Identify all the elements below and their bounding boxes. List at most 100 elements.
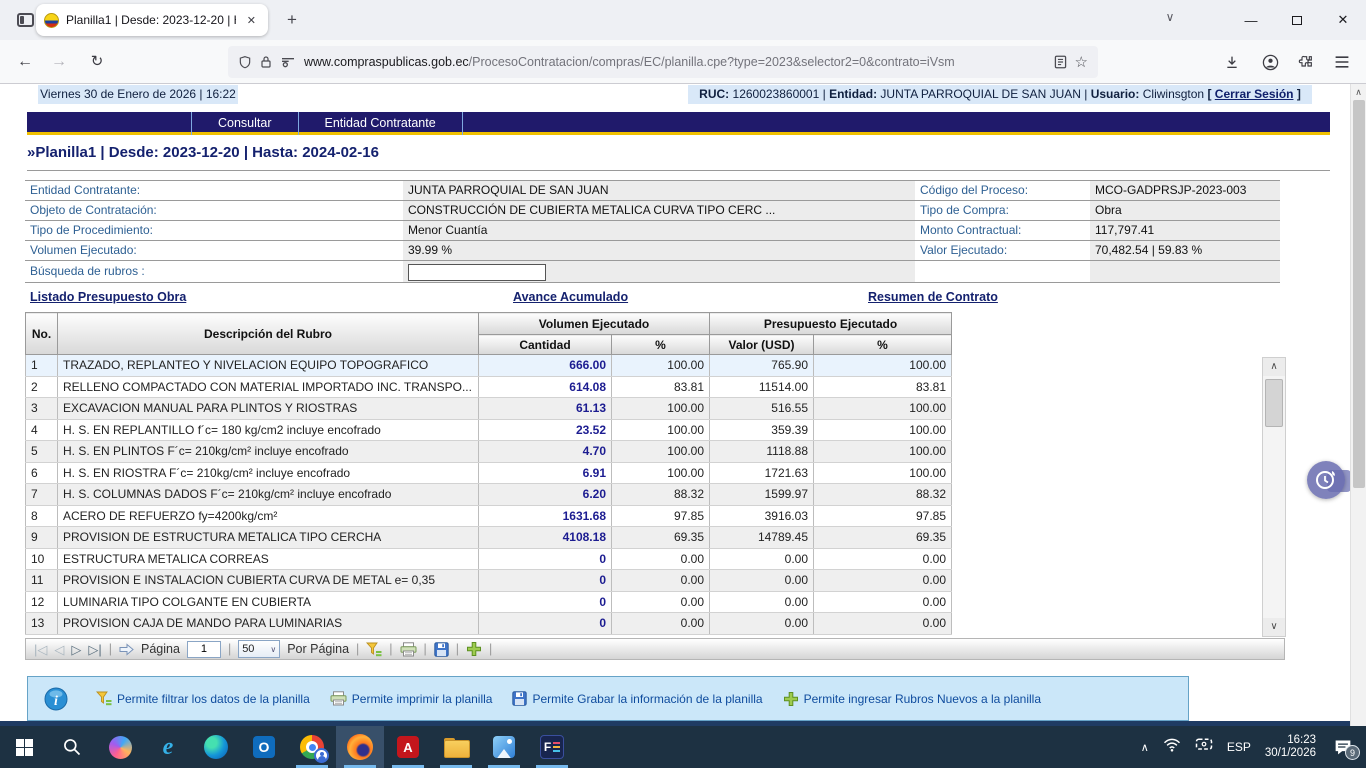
taskbar-edge-icon[interactable] — [192, 726, 240, 768]
language-indicator[interactable]: ESP — [1227, 740, 1251, 754]
back-button[interactable]: ← — [12, 51, 38, 73]
table-scroll-down-icon[interactable]: ∨ — [1263, 618, 1285, 636]
taskbar-acrobat-icon[interactable]: A — [384, 726, 432, 768]
tray-clock[interactable]: 16:23 30/1/2026 — [1265, 734, 1316, 760]
cell-vp: 100.00 — [612, 462, 710, 484]
page-number-input[interactable] — [187, 641, 221, 658]
page-label: Página — [141, 642, 180, 656]
filter-icon[interactable] — [366, 642, 382, 657]
next-page-icon[interactable]: ▷ — [71, 643, 81, 656]
taskbar-photos-icon[interactable] — [480, 726, 528, 768]
table-row[interactable]: 4H. S. EN REPLANTILLO f´c= 180 kg/cm2 in… — [26, 419, 952, 441]
cell-pp: 100.00 — [814, 441, 952, 463]
search-rubros-label: Búsqueda de rubros : — [25, 261, 403, 283]
table-row[interactable]: 3EXCAVACION MANUAL PARA PLINTOS Y RIOSTR… — [26, 398, 952, 420]
table-scroll-thumb[interactable] — [1265, 379, 1283, 427]
cell-cant: 1631.68 — [479, 505, 612, 527]
link-listado-presupuesto-obra[interactable]: Listado Presupuesto Obra — [30, 290, 186, 304]
save-icon[interactable] — [434, 642, 449, 657]
permissions-icon[interactable] — [280, 56, 296, 68]
per-page-select[interactable]: 50 ∨ — [238, 640, 280, 658]
notifications-icon[interactable]: 9 — [1330, 734, 1356, 760]
bookmark-star-icon[interactable]: ☆ — [1075, 53, 1088, 71]
page-scrollbar[interactable]: ∧ — [1350, 84, 1366, 726]
taskbar-firefox-icon[interactable] — [336, 726, 384, 768]
menu-item-entidad-contratante[interactable]: Entidad Contratante — [298, 112, 463, 135]
reader-mode-icon[interactable] — [1054, 55, 1067, 69]
taskbar-internet-explorer-icon[interactable]: e — [144, 726, 192, 768]
prev-page-icon[interactable]: ◁ — [54, 643, 64, 656]
legend-text: Permite ingresar Rubros Nuevos a la plan… — [804, 692, 1041, 706]
taskbar-file-explorer-icon[interactable] — [432, 726, 480, 768]
page-scroll-thumb[interactable] — [1353, 100, 1365, 488]
cell-desc: PROVISION DE ESTRUCTURA METALICA TIPO CE… — [58, 527, 479, 549]
table-row[interactable]: 1TRAZADO, REPLANTEO Y NIVELACION EQUIPO … — [26, 355, 952, 377]
menu-item-consultar[interactable]: Consultar — [191, 112, 298, 135]
table-scroll-up-icon[interactable]: ∧ — [1263, 358, 1285, 376]
add-rubro-icon[interactable] — [466, 641, 482, 657]
cell-desc: H. S. EN PLINTOS F´c= 210kg/cm² incluye … — [58, 441, 479, 463]
browser-tab[interactable]: Planilla1 | Desde: 2023-12-20 | H ✕ — [36, 4, 268, 36]
window-restore-button[interactable] — [1274, 0, 1320, 40]
forward-button[interactable]: → — [46, 51, 72, 73]
info-icon: i — [44, 687, 68, 711]
detail-label: Entidad Contratante: — [25, 181, 403, 201]
taskbar-outlook-icon[interactable]: O — [240, 726, 288, 768]
reload-button[interactable]: ↻ — [84, 51, 110, 73]
lock-icon — [260, 55, 272, 69]
cell-vp: 100.00 — [612, 355, 710, 377]
print-icon[interactable] — [400, 642, 417, 657]
taskbar-f-app-icon[interactable]: F — [528, 726, 576, 768]
window-minimize-button[interactable]: — — [1228, 0, 1274, 40]
cell-vp: 69.35 — [612, 527, 710, 549]
logout-link[interactable]: Cerrar Sesión — [1215, 87, 1294, 101]
tab-title: Planilla1 | Desde: 2023-12-20 | H — [66, 13, 236, 27]
table-row[interactable]: 5H. S. EN PLINTOS F´c= 210kg/cm² incluye… — [26, 441, 952, 463]
wifi-icon[interactable] — [1163, 738, 1181, 757]
downloads-icon[interactable] — [1218, 50, 1246, 74]
table-row[interactable]: 2RELLENO COMPACTADO CON MATERIAL IMPORTA… — [26, 376, 952, 398]
page-content: Viernes 30 de Enero de 2026 | 16:22 RUC:… — [0, 84, 1366, 726]
cell-pp: 100.00 — [814, 398, 952, 420]
taskbar-search-icon[interactable] — [48, 726, 96, 768]
cast-display-icon[interactable] — [1195, 737, 1213, 757]
link-avance-acumulado[interactable]: Avance Acumulado — [513, 290, 628, 304]
cell-va: 11514.00 — [710, 376, 814, 398]
table-row[interactable]: 11PROVISION E INSTALACION CUBIERTA CURVA… — [26, 570, 952, 592]
taskbar-start-icon[interactable] — [0, 726, 48, 768]
table-row[interactable]: 7H. S. COLUMNAS DADOS F´c= 210kg/cm² inc… — [26, 484, 952, 506]
url-bar[interactable]: www.compraspublicas.gob.ec/ProcesoContra… — [228, 46, 1098, 78]
goto-page-icon[interactable] — [119, 643, 134, 656]
window-close-button[interactable]: ✕ — [1320, 0, 1366, 40]
rubro-search-input[interactable] — [408, 264, 546, 281]
account-icon[interactable] — [1256, 50, 1284, 74]
table-row[interactable]: 10ESTRUCTURA METALICA CORREAS00.000.000.… — [26, 548, 952, 570]
col-group-presupuesto-ejecutado: Presupuesto Ejecutado — [710, 313, 952, 335]
last-page-icon[interactable]: ▷| — [88, 643, 101, 656]
table-row[interactable]: 12LUMINARIA TIPO COLGANTE EN CUBIERTA00.… — [26, 591, 952, 613]
time-tracker-widget[interactable] — [1307, 461, 1347, 501]
detail-label: Tipo de Compra: — [915, 201, 1090, 221]
taskbar-chrome-icon[interactable] — [288, 726, 336, 768]
tab-list-chevron-icon[interactable]: ∨ — [1158, 10, 1182, 24]
legend-item: Permite Grabar la información de la plan… — [512, 691, 762, 706]
table-row[interactable]: 8ACERO DE REFUERZO fy=4200kg/cm²1631.689… — [26, 505, 952, 527]
detail-value: MCO-GADPRSJP-2023-003 — [1090, 181, 1280, 201]
firefox-view-icon[interactable] — [12, 9, 38, 31]
taskbar-copilot-icon[interactable] — [96, 726, 144, 768]
col-header-pres-pct: % — [814, 335, 952, 355]
tab-close-icon[interactable]: ✕ — [243, 12, 260, 29]
table-row[interactable]: 6H. S. EN RIOSTRA F´c= 210kg/cm² incluye… — [26, 462, 952, 484]
table-scrollbar[interactable]: ∧ ∨ — [1262, 357, 1286, 637]
link-resumen-de-contrato[interactable]: Resumen de Contrato — [868, 290, 998, 304]
filter-icon — [96, 691, 112, 706]
new-tab-button[interactable]: + — [280, 8, 304, 32]
page-scroll-up-icon[interactable]: ∧ — [1351, 84, 1366, 98]
extensions-puzzle-icon[interactable] — [1292, 50, 1320, 74]
tray-expand-chevron-icon[interactable]: ∧ — [1141, 741, 1149, 754]
cell-vp: 88.32 — [612, 484, 710, 506]
first-page-icon[interactable]: |◁ — [34, 643, 47, 656]
hamburger-menu-icon[interactable] — [1328, 50, 1356, 74]
table-row[interactable]: 9PROVISION DE ESTRUCTURA METALICA TIPO C… — [26, 527, 952, 549]
table-row[interactable]: 13PROVISION CAJA DE MANDO PARA LUMINARIA… — [26, 613, 952, 635]
